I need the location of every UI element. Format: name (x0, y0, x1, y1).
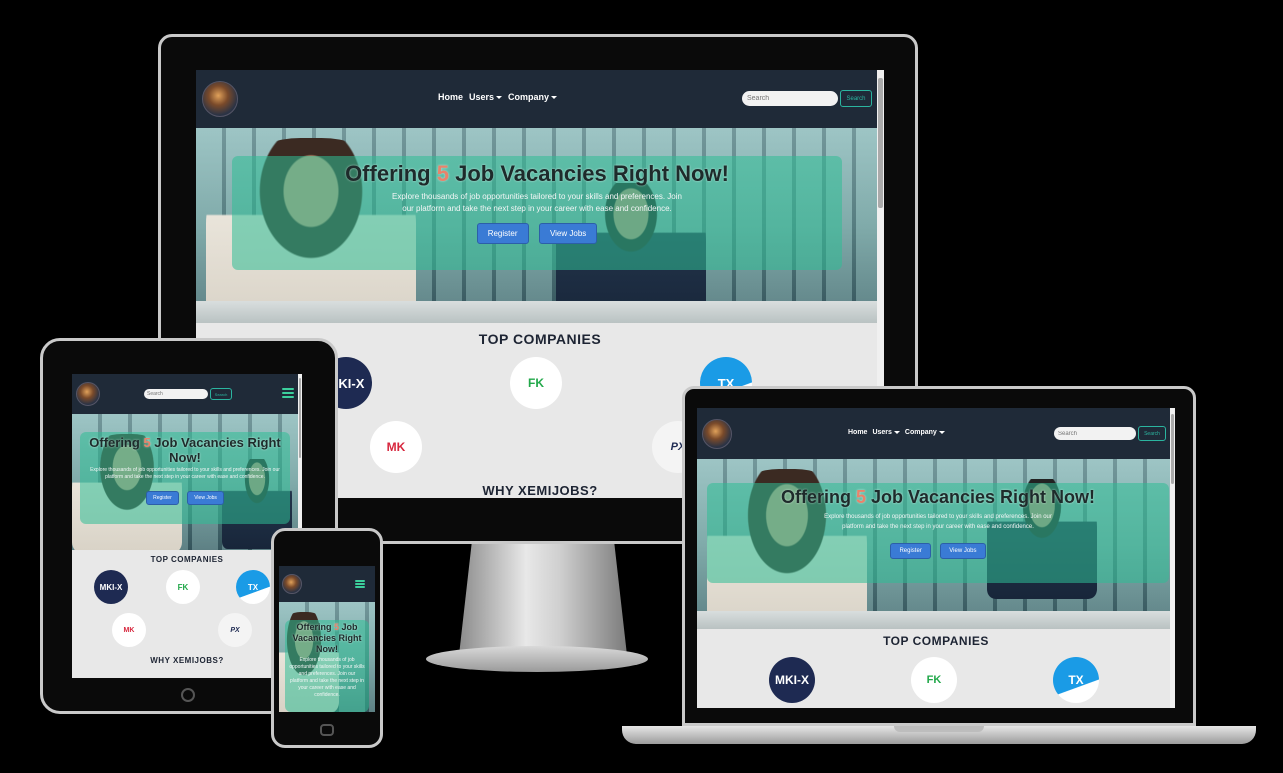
vacancy-count: 5 (143, 435, 151, 450)
why-title: WHY XEMIJOBS? (150, 656, 224, 665)
hero-headline: Offering 5 Job Vacancies Right Now! (80, 435, 290, 465)
company-logo-tx[interactable]: TX (1053, 657, 1099, 703)
hero-headline: Offering 5 Job Vacancies Right Now! (707, 487, 1169, 508)
section-title: TOP COMPANIES (150, 555, 224, 564)
company-label: MK (386, 440, 406, 454)
company-label: FK (177, 582, 189, 592)
section-title: TOP COMPANIES (883, 634, 989, 648)
nav-home[interactable]: Home (438, 92, 463, 102)
navbar: Home Users Company Search (697, 408, 1175, 459)
laptop-screen: Home Users Company Search Offering 5 Job… (697, 408, 1175, 708)
nav-links: Home Users Company (848, 429, 945, 436)
hero-headline: Offering 5 Job Vacancies Right Now! (232, 161, 842, 187)
hero-subtext: Explore thousands of job opportunities t… (90, 467, 280, 480)
company-label: TX (247, 582, 259, 592)
top-companies-section: TOP COMPANIES MKI-X FK TX (697, 629, 1175, 708)
hero-overlay: Offering 5 Job Vacancies Right Now! Expl… (707, 483, 1169, 583)
chevron-down-icon (496, 96, 503, 100)
search-button[interactable]: Search (840, 90, 872, 107)
register-button[interactable]: Register (890, 543, 931, 559)
company-logo-fk[interactable]: FK (166, 570, 200, 604)
hero-headline-pre: Offering (780, 487, 856, 507)
search-input[interactable] (144, 389, 208, 399)
company-label: MKI-X (99, 582, 123, 592)
hero-headline-pre: Offering (296, 622, 334, 632)
phone: Offering 5 Job Vacancies Right Now! Expl… (271, 528, 383, 748)
vacancy-count: 5 (436, 161, 449, 186)
hero-overlay: Offering 5 Job Vacancies Right Now! Expl… (285, 620, 369, 712)
company-label: MK (123, 626, 135, 634)
hero-banner: Offering 5 Job Vacancies Right Now! Expl… (279, 602, 375, 712)
company-logo-mk[interactable]: MK (370, 421, 422, 473)
company-label: FK (926, 674, 942, 686)
hero-subtext: Explore thousands of job opportunities t… (392, 192, 682, 213)
navbar: Search (72, 374, 302, 414)
search-button[interactable]: Search (210, 388, 232, 400)
nav-company-label: Company (904, 429, 937, 436)
site-logo[interactable] (76, 382, 100, 406)
site-logo[interactable] (702, 418, 732, 449)
company-label: PX (230, 626, 240, 634)
hero-headline-post: Job Vacancies Right Now! (150, 435, 281, 465)
company-logo-mk[interactable]: MK (112, 613, 146, 647)
nav-users-label: Users (872, 429, 892, 436)
search-input[interactable] (1054, 427, 1136, 440)
view-jobs-button[interactable]: View Jobs (940, 543, 986, 559)
company-logo-mkix[interactable]: MKI-X (94, 570, 128, 604)
site-logo[interactable] (202, 81, 238, 117)
hero-subtext: Explore thousands of job opportunities t… (289, 657, 365, 698)
menu-icon[interactable] (355, 580, 365, 588)
hero-banner: Offering 5 Job Vacancies Right Now! Expl… (196, 128, 884, 323)
nav-users[interactable]: Users (872, 429, 900, 436)
search-button[interactable]: Search (1138, 426, 1166, 441)
hero-overlay: Offering 5 Job Vacancies Right Now! Expl… (232, 156, 842, 270)
hero-banner: Offering 5 Job Vacancies Right Now! Expl… (72, 414, 302, 550)
register-button[interactable]: Register (476, 223, 529, 244)
hero-headline-pre: Offering (89, 435, 144, 450)
hero-headline-pre: Offering (345, 161, 437, 186)
nav-users-label: Users (469, 92, 495, 102)
company-label: FK (528, 376, 544, 390)
hero-headline-post: Job Vacancies Right Now! (865, 487, 1096, 507)
responsive-mockup: Home Users Company Search Offering 5 Job… (0, 0, 1283, 773)
company-logo-fk[interactable]: FK (911, 657, 957, 703)
laptop: Home Users Company Search Offering 5 Job… (622, 386, 1256, 752)
company-label: MKI-X (775, 673, 809, 687)
tablet-screen: Search Offering 5 Job Vacancies Right No… (72, 374, 302, 678)
chevron-down-icon (938, 430, 945, 434)
scrollbar[interactable] (1170, 408, 1175, 708)
navbar (279, 566, 375, 602)
company-logo-tx[interactable]: TX (236, 570, 270, 604)
search-input[interactable] (742, 91, 838, 106)
nav-company[interactable]: Company (508, 92, 558, 102)
top-companies-section: TOP COMPANIES MKI-X FK TX MK PX WHY XEMI… (72, 550, 302, 678)
home-button (320, 724, 334, 736)
navbar: Home Users Company Search (196, 70, 884, 128)
company-logo-px[interactable]: PX (218, 613, 252, 647)
view-jobs-button[interactable]: View Jobs (538, 223, 598, 244)
company-label: TX (1068, 673, 1084, 687)
view-jobs-button[interactable]: View Jobs (187, 491, 224, 505)
company-logo-mkix[interactable]: MKI-X (769, 657, 815, 703)
phone-screen: Offering 5 Job Vacancies Right Now! Expl… (279, 566, 375, 712)
company-logo-fk[interactable]: FK (510, 357, 562, 409)
hero-headline-post: Job Vacancies Right Now! (448, 161, 729, 186)
nav-users[interactable]: Users (469, 92, 503, 102)
nav-company-label: Company (508, 92, 550, 102)
nav-home[interactable]: Home (848, 429, 867, 436)
hero-banner: Offering 5 Job Vacancies Right Now! Expl… (697, 459, 1175, 629)
chevron-down-icon (551, 96, 558, 100)
chevron-down-icon (893, 430, 900, 434)
hero-headline: Offering 5 Job Vacancies Right Now! (285, 622, 369, 655)
menu-icon[interactable] (282, 388, 294, 398)
hero-overlay: Offering 5 Job Vacancies Right Now! Expl… (80, 432, 290, 524)
nav-company[interactable]: Company (905, 429, 945, 436)
home-button (181, 688, 195, 702)
hero-subtext: Explore thousands of job opportunities t… (824, 514, 1052, 530)
register-button[interactable]: Register (146, 491, 179, 505)
nav-links: Home Users Company (438, 92, 558, 102)
site-logo[interactable] (282, 574, 302, 594)
vacancy-count: 5 (855, 487, 866, 507)
